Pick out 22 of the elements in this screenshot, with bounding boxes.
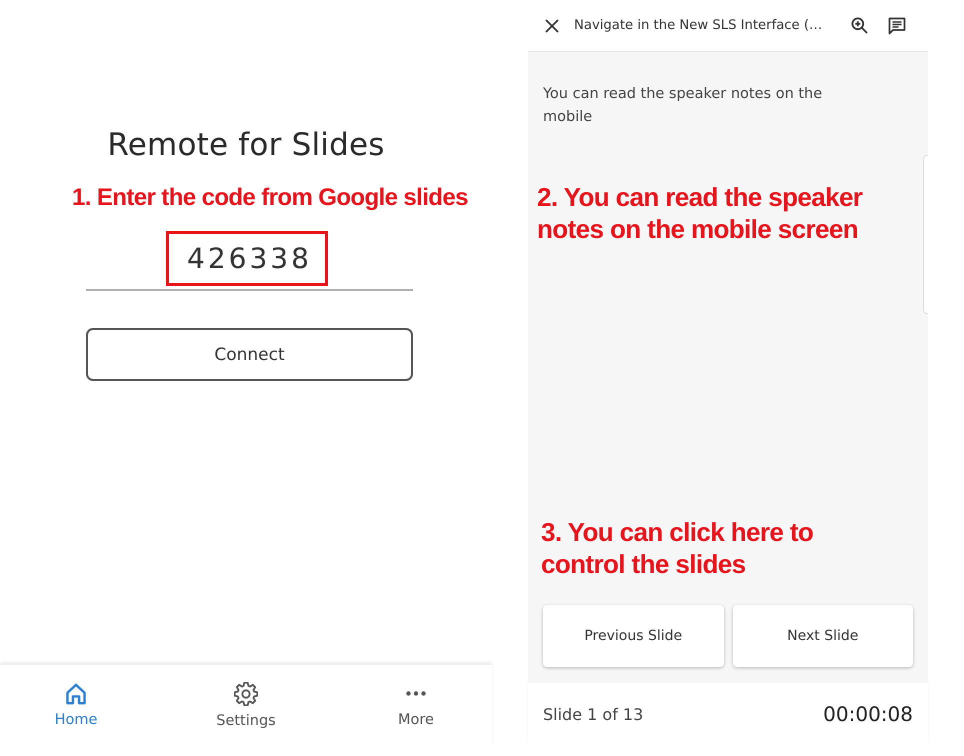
nav-tab[interactable]: More (340, 665, 492, 745)
home-icon (65, 682, 87, 704)
close-icon[interactable] (545, 18, 559, 32)
slide-nav-button[interactable]: Next Slide (732, 605, 913, 667)
slide-nav-button[interactable]: Previous Slide (543, 605, 724, 667)
app-title: Remote for Slides (106, 126, 386, 165)
side-handle[interactable] (923, 155, 928, 314)
notes-icon[interactable] (888, 16, 906, 34)
annotation-text: 2. You can read the speaker notes on the mobile screen (537, 181, 864, 245)
annotation-text: 1. Enter the code from Google slides (72, 183, 469, 213)
code-field[interactable]: 426338 (86, 231, 413, 291)
settings-icon (234, 682, 258, 706)
presentation-title: Navigate in the New SLS Interface (… (574, 18, 824, 33)
nav-tab[interactable]: Settings (170, 665, 322, 745)
connect-button[interactable]: Connect (86, 328, 413, 381)
slide-counter: Slide 1 of 13 (543, 704, 644, 724)
zoom-in-icon[interactable] (851, 17, 868, 34)
timer-text: 00:00:08 (823, 702, 913, 726)
annotation-text: 3. You can click here to control the slides (541, 516, 814, 580)
more-icon (406, 691, 426, 696)
speaker-notes-text: You can read the speaker notes on the mobile (543, 85, 824, 127)
nav-tab[interactable]: Home (0, 665, 152, 745)
